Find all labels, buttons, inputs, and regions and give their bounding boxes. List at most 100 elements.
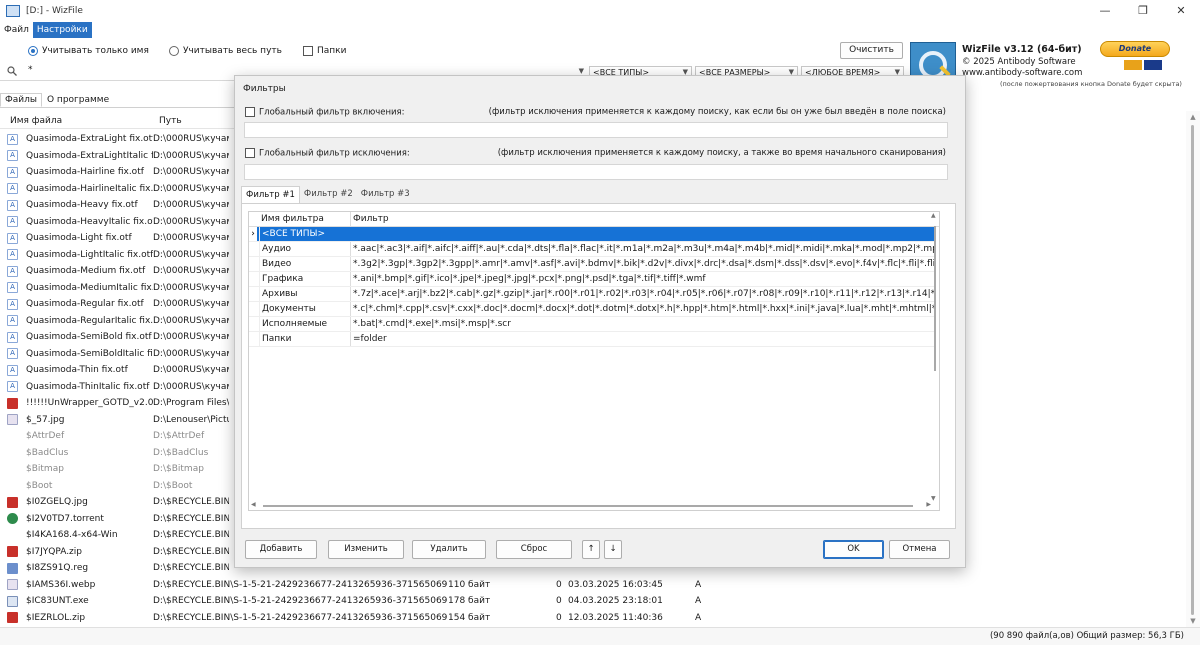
tab-files[interactable]: Файлы bbox=[0, 93, 42, 107]
tab-about[interactable]: О программе bbox=[42, 93, 114, 107]
cancel-button[interactable]: Отмена bbox=[889, 540, 950, 559]
scroll-up-icon[interactable]: ▲ bbox=[931, 212, 936, 219]
main-vertical-scrollbar[interactable]: ▲ ▼ bbox=[1186, 111, 1200, 627]
scroll-down-icon[interactable]: ▼ bbox=[1186, 617, 1200, 625]
add-filter-button[interactable]: Добавить bbox=[245, 540, 317, 559]
close-button[interactable]: ✕ bbox=[1162, 0, 1200, 22]
file-row[interactable]: Quasimoda-LightItalic fix.otfD:\000RUS\к… bbox=[0, 247, 229, 264]
file-row[interactable]: $IAMS36I.webp D:\$RECYCLE.BIN\S-1-5-21-24… bbox=[0, 577, 735, 594]
window-controls: — ❐ ✕ bbox=[1086, 0, 1200, 22]
file-row[interactable]: Quasimoda-HairlineItalic fix.otD:\000RUS… bbox=[0, 181, 229, 198]
copyright: © 2025 Antibody Software bbox=[962, 57, 1076, 67]
delete-filter-button[interactable]: Удалить bbox=[412, 540, 486, 559]
file-type-icon bbox=[7, 546, 18, 558]
filter-row[interactable]: Графика *.ani|*.bmp|*.gif|*.ico|*.jpe|*.j… bbox=[249, 272, 934, 287]
edit-filter-button[interactable]: Изменить bbox=[328, 540, 404, 559]
move-up-button[interactable]: ↑ bbox=[582, 540, 600, 559]
search-input[interactable]: * bbox=[28, 65, 33, 75]
move-down-button[interactable]: ↓ bbox=[604, 540, 622, 559]
file-row[interactable]: Quasimoda-ThinItalic fix.otfD:\000RUS\ку… bbox=[0, 379, 229, 396]
file-type-icon bbox=[7, 249, 18, 261]
exclude-filter-input[interactable] bbox=[244, 164, 948, 180]
scroll-thumb[interactable] bbox=[1191, 125, 1194, 615]
filter-name-cell: Аудио bbox=[259, 242, 350, 256]
maximize-button[interactable]: ❐ bbox=[1124, 0, 1162, 22]
file-row[interactable]: $AttrDef D:\$AttrDef bbox=[0, 428, 229, 445]
menu-file[interactable]: Файл bbox=[0, 22, 33, 38]
scroll-up-icon[interactable]: ▲ bbox=[1186, 113, 1200, 121]
file-path: D:\000RUS\кучама bbox=[153, 150, 229, 161]
column-path[interactable]: Путь bbox=[150, 116, 230, 126]
file-row[interactable]: Quasimoda-Regular fix.otf D:\000RUS\кучам… bbox=[0, 296, 229, 313]
file-attributes: A bbox=[695, 579, 702, 590]
tab-filter-1[interactable]: Фильтр #1 bbox=[241, 186, 300, 204]
file-row[interactable]: $I0ZGELQ.jpg D:\$RECYCLE.BIN\S bbox=[0, 494, 229, 511]
row-selector-icon: › bbox=[249, 227, 257, 241]
file-date: 03.03.2025 16:03:45 bbox=[568, 579, 663, 590]
filter-row[interactable]: Аудио *.aac|*.ac3|*.aif|*.aifc|*.aiff|*.a… bbox=[249, 242, 934, 257]
file-row[interactable]: Quasimoda-ExtraLight fix.otfD:\000RUS\ку… bbox=[0, 131, 229, 148]
filter-row[interactable]: Видео *.3g2|*.3gp|*.3gp2|*.3gpp|*.amr|*.a… bbox=[249, 257, 934, 272]
file-path: D:\000RUS\кучама bbox=[153, 167, 229, 178]
grid-vertical-scrollbar[interactable]: ▲ ▼ bbox=[931, 212, 939, 510]
reset-filters-button[interactable]: Сброс bbox=[496, 540, 572, 559]
filter-row[interactable]: Документы *.c|*.chm|*.cpp|*.csv|*.cxx|*.d… bbox=[249, 302, 934, 317]
file-row[interactable]: Quasimoda-SemiBoldItalic fix.cD:\000RUS\… bbox=[0, 346, 229, 363]
file-row[interactable]: $BadClus D:\$BadClus bbox=[0, 445, 229, 462]
filter-pattern-cell: *.aac|*.ac3|*.aif|*.aifc|*.aiff|*.au|*.c… bbox=[350, 242, 934, 256]
file-row[interactable]: $I2V0TD7.torrent D:\$RECYCLE.BIN\S bbox=[0, 511, 229, 528]
file-row[interactable]: Quasimoda-HeavyItalic fix.otfD:\000RUS\к… bbox=[0, 214, 229, 231]
donate-button[interactable]: Donate bbox=[1100, 41, 1170, 57]
search-icon bbox=[7, 66, 17, 76]
file-row[interactable]: Quasimoda-Light fix.otf D:\000RUS\кучама bbox=[0, 230, 229, 247]
column-filter[interactable]: Фильтр bbox=[350, 212, 934, 227]
grid-horizontal-scrollbar[interactable]: ◀ ▶ bbox=[249, 501, 939, 510]
file-row[interactable]: $IC83UNT.exe D:\$RECYCLE.BIN\S-1-5-21-242… bbox=[0, 593, 735, 610]
file-row[interactable]: $I8ZS91Q.reg D:\$RECYCLE.BIN\S bbox=[0, 560, 229, 577]
file-row[interactable]: Quasimoda-ExtraLightItalic fix.D:\000RUS… bbox=[0, 148, 229, 165]
filter-row[interactable]: Папки =folder bbox=[249, 332, 934, 347]
file-row[interactable]: Quasimoda-MediumItalic fix.otD:\000RUS\к… bbox=[0, 280, 229, 297]
file-row[interactable]: $Bitmap D:\$Bitmap bbox=[0, 461, 229, 478]
file-row[interactable]: $_57.jpg D:\Lenouser\Pictur bbox=[0, 412, 229, 429]
minimize-button[interactable]: — bbox=[1086, 0, 1124, 22]
website-link[interactable]: www.antibody-software.com bbox=[962, 68, 1082, 78]
filter-row[interactable]: › <ВСЕ ТИПЫ> bbox=[249, 227, 934, 242]
file-row[interactable]: Quasimoda-SemiBold fix.otfD:\000RUS\куча… bbox=[0, 329, 229, 346]
filter-row[interactable]: Исполняемые *.bat|*.cmd|*.exe|*.msi|*.msp… bbox=[249, 317, 934, 332]
exclude-filter-label: Глобальный фильтр исключения: bbox=[259, 148, 410, 159]
radio-full-path[interactable]: Учитывать весь путь bbox=[169, 46, 282, 56]
tab-filter-3[interactable]: Фильтр #3 bbox=[357, 186, 414, 204]
folders-checkbox[interactable]: Папки bbox=[303, 46, 346, 56]
file-path: D:\000RUS\кучама bbox=[153, 299, 229, 310]
file-name: Quasimoda-ExtraLight fix.otf bbox=[26, 134, 153, 145]
include-filter-input[interactable] bbox=[244, 122, 948, 138]
scroll-right-icon[interactable]: ▶ bbox=[926, 501, 931, 508]
file-path: D:\$RECYCLE.BIN\S bbox=[153, 513, 229, 524]
filter-name-cell: Видео bbox=[259, 257, 350, 271]
file-row[interactable]: Quasimoda-Hairline fix.otf D:\000RUS\куча… bbox=[0, 164, 229, 181]
tab-filter-2[interactable]: Фильтр #2 bbox=[300, 186, 357, 204]
file-row[interactable]: $I4KA168.4-x64-Win D:\$RECYCLE.BIN\S bbox=[0, 527, 229, 544]
radio-name-only[interactable]: Учитывать только имя bbox=[28, 46, 149, 56]
grid-scroll-thumb[interactable] bbox=[934, 226, 936, 371]
file-row[interactable]: Quasimoda-Thin fix.otf D:\000RUS\кучама bbox=[0, 362, 229, 379]
include-filter-checkbox[interactable]: Глобальный фильтр включения: bbox=[245, 107, 405, 118]
file-row[interactable]: !!!!!!UnWrapper_GOTD_v2.04!!!!!!.D:\Prog… bbox=[0, 395, 229, 412]
file-row[interactable]: $IEZRLOL.zip D:\$RECYCLE.BIN\S-1-5-21-242… bbox=[0, 610, 735, 627]
column-filter-name[interactable]: Имя фильтра bbox=[259, 212, 350, 227]
file-row[interactable]: Quasimoda-RegularItalic fix.otfD:\000RUS… bbox=[0, 313, 229, 330]
filter-row[interactable]: Архивы *.7z|*.ace|*.arj|*.bz2|*.cab|*.gz|… bbox=[249, 287, 934, 302]
grid-hscroll-thumb[interactable] bbox=[263, 505, 913, 507]
clear-button[interactable]: Очистить bbox=[840, 42, 903, 59]
file-row[interactable]: $I7JYQPA.zip D:\$RECYCLE.BIN\S bbox=[0, 544, 229, 561]
scroll-left-icon[interactable]: ◀ bbox=[251, 501, 256, 508]
file-name: $I4KA168.4-x64-Win bbox=[26, 530, 118, 541]
file-row[interactable]: Quasimoda-Heavy fix.otf D:\000RUS\кучама bbox=[0, 197, 229, 214]
file-row[interactable]: $Boot D:\$Boot bbox=[0, 478, 229, 495]
file-row[interactable]: Quasimoda-Medium fix.otf D:\000RUS\кучама bbox=[0, 263, 229, 280]
column-name[interactable]: Имя файла bbox=[0, 116, 150, 126]
exclude-filter-checkbox[interactable]: Глобальный фильтр исключения: bbox=[245, 148, 410, 159]
menu-settings[interactable]: Настройки bbox=[32, 22, 92, 38]
ok-button[interactable]: OK bbox=[823, 540, 884, 559]
